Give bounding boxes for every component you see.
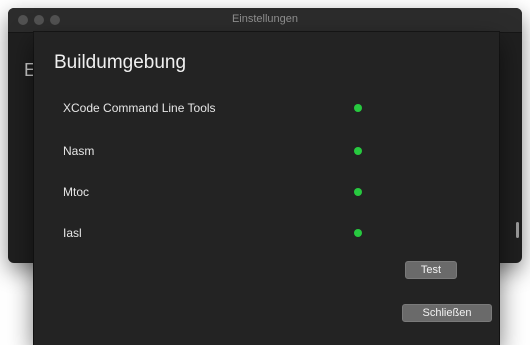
tool-label: Mtoc <box>63 185 90 199</box>
status-ok-icon <box>354 188 362 196</box>
status-ok-icon <box>354 104 362 112</box>
window-title: Einstellungen <box>231 13 299 25</box>
tool-label: XCode Command Line Tools <box>63 101 216 115</box>
build-environment-sheet: Buildumgebung XCode Command Line Tools N… <box>34 32 499 345</box>
list-item: Mtoc <box>63 185 363 201</box>
sheet-title: Buildumgebung <box>54 52 187 73</box>
title-bar[interactable]: Einstellungen <box>8 8 522 33</box>
tool-label: Nasm <box>63 144 95 158</box>
status-ok-icon <box>354 147 362 155</box>
close-button[interactable]: Schließen <box>402 304 492 322</box>
status-ok-icon <box>354 229 362 237</box>
tool-label: Iasl <box>63 226 82 240</box>
list-item: Iasl <box>63 226 363 242</box>
list-item: XCode Command Line Tools <box>63 101 363 117</box>
scrollbar[interactable] <box>516 222 519 238</box>
list-item: Nasm <box>63 144 363 160</box>
test-button[interactable]: Test <box>405 261 457 279</box>
